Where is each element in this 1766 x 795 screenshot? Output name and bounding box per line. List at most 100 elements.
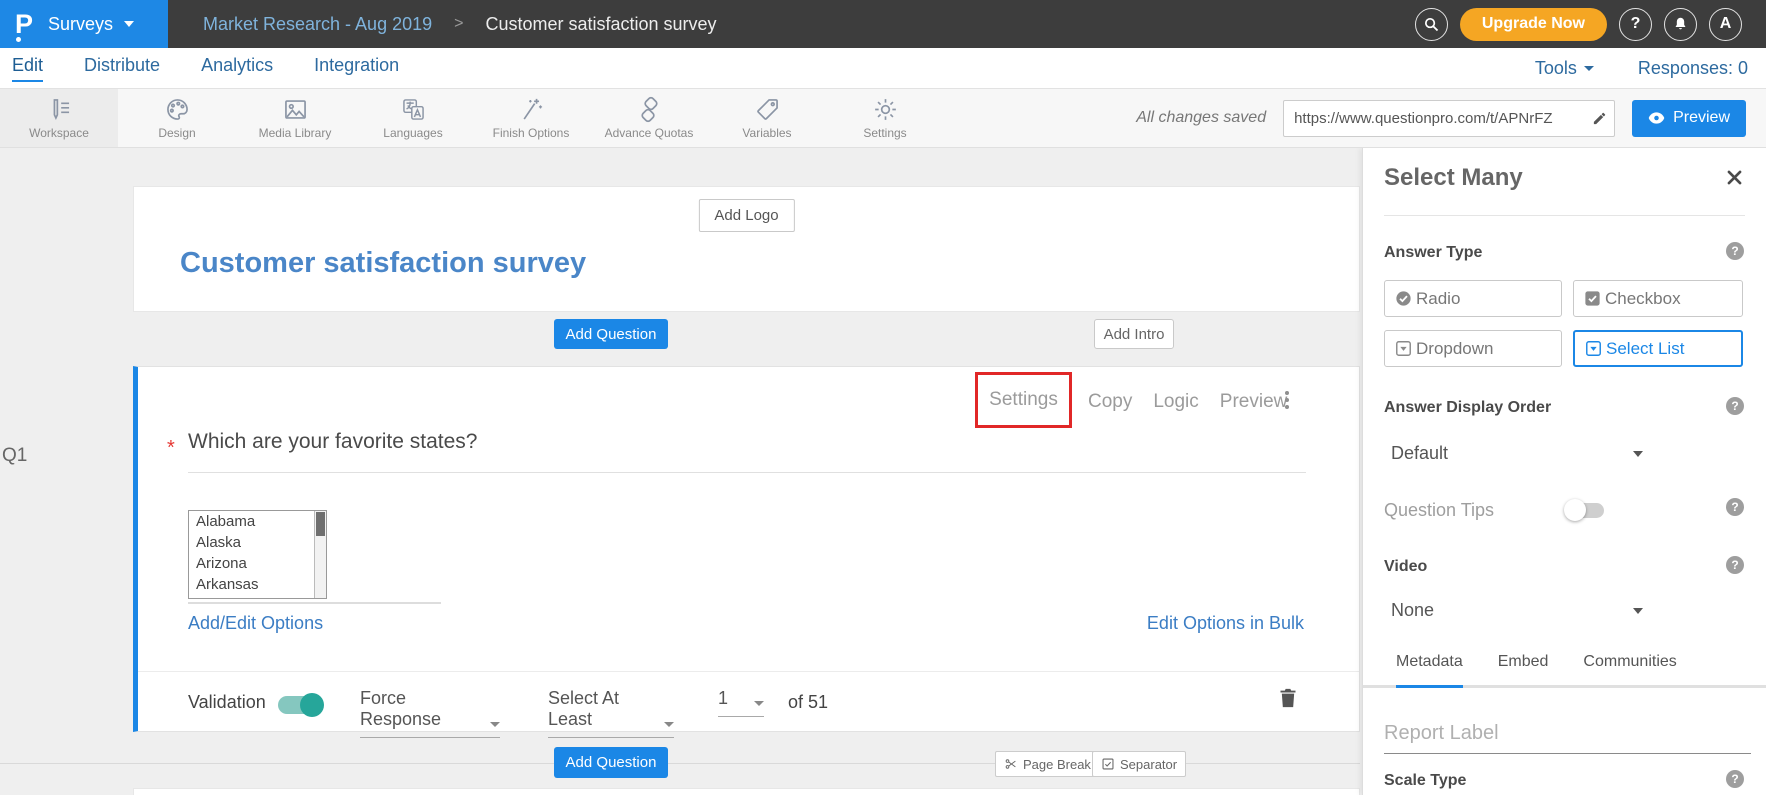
toolbar-item-variables[interactable]: Variables: [708, 89, 826, 147]
list-option[interactable]: Alaska: [189, 532, 326, 553]
required-marker: *: [167, 437, 175, 460]
question-number-label: Q1: [2, 445, 27, 467]
answer-display-order-select[interactable]: Default: [1391, 443, 1643, 464]
caret-down-icon: [1584, 66, 1594, 71]
eye-icon: [1648, 111, 1665, 125]
chain-link-icon: [636, 96, 663, 123]
translate-icon: [400, 96, 427, 123]
toolbar-item-finish-options[interactable]: Finish Options: [472, 89, 590, 147]
list-scrollbar[interactable]: [314, 511, 326, 598]
avatar-initial: A: [1720, 15, 1732, 33]
caret-down-icon: [754, 701, 764, 706]
toolbar-item-media-library[interactable]: Media Library: [236, 89, 354, 147]
help-button[interactable]: ?: [1619, 8, 1652, 41]
answer-type-label: Answer Type: [1384, 244, 1482, 262]
search-button[interactable]: [1415, 8, 1448, 41]
edit-options-in-bulk-link[interactable]: Edit Options in Bulk: [1147, 613, 1304, 634]
toolbar-item-design[interactable]: Design: [118, 89, 236, 147]
caret-down-icon: [490, 722, 500, 727]
tab-integration[interactable]: Integration: [314, 55, 399, 82]
close-icon: [1725, 168, 1744, 187]
add-edit-options-link[interactable]: Add/Edit Options: [188, 613, 323, 634]
answer-type-help-icon[interactable]: [1726, 242, 1744, 260]
list-scrollbar-thumb[interactable]: [316, 512, 325, 536]
question-copy-button[interactable]: Copy: [1088, 391, 1132, 413]
preview-button[interactable]: Preview: [1632, 100, 1746, 137]
survey-url-input[interactable]: [1284, 110, 1584, 127]
question-preview-button[interactable]: Preview: [1220, 391, 1288, 413]
answer-display-order-help-icon[interactable]: [1726, 397, 1744, 415]
breadcrumb: Market Research - Aug 2019 > Customer sa…: [203, 14, 717, 35]
add-question-button-top[interactable]: Add Question: [554, 319, 668, 349]
caret-down-icon: [124, 21, 134, 27]
validation-toggle[interactable]: [278, 696, 322, 714]
answer-type-select-list[interactable]: Select List: [1573, 330, 1743, 367]
add-question-button-bottom[interactable]: Add Question: [554, 747, 668, 778]
list-option[interactable]: Alabama: [189, 511, 326, 532]
survey-canvas: Q1 Add Logo Customer satisfaction survey…: [0, 148, 1362, 795]
video-help-icon[interactable]: [1726, 556, 1744, 574]
edit-url-button[interactable]: [1584, 111, 1614, 126]
close-panel-button[interactable]: [1725, 168, 1744, 192]
tab-edit[interactable]: Edit: [12, 55, 43, 82]
question-tips-toggle[interactable]: [1566, 503, 1604, 518]
tab-embed[interactable]: Embed: [1498, 653, 1549, 688]
add-logo-button[interactable]: Add Logo: [698, 199, 794, 232]
product-switcher[interactable]: P Surveys: [0, 0, 168, 48]
survey-header-card: Add Logo Customer satisfaction survey: [133, 186, 1360, 312]
toolbar-right: All changes saved Preview: [1136, 89, 1746, 147]
responses-count[interactable]: Responses: 0: [1638, 58, 1748, 79]
select-list-icon: [1584, 339, 1603, 358]
answer-select-list[interactable]: Alabama Alaska Arizona Arkansas: [188, 510, 327, 599]
toolbar-item-languages[interactable]: Languages: [354, 89, 472, 147]
toolbar-item-workspace[interactable]: Workspace: [0, 89, 118, 147]
magic-wand-icon: [518, 96, 545, 123]
answer-type-dropdown[interactable]: Dropdown: [1384, 330, 1562, 367]
question-mark-icon: ?: [1631, 15, 1641, 33]
answer-type-radio[interactable]: Radio: [1384, 280, 1562, 317]
tab-metadata[interactable]: Metadata: [1396, 653, 1463, 688]
question-card-divider: [138, 671, 1359, 672]
palette-icon: [164, 96, 191, 123]
dropdown-box-icon: [1394, 339, 1413, 358]
checkbox-icon: [1101, 757, 1115, 771]
tab-analytics[interactable]: Analytics: [201, 55, 273, 82]
caret-down-icon: [1633, 608, 1643, 614]
question-text[interactable]: Which are your favorite states?: [188, 430, 477, 454]
question-text-underline: [188, 472, 1306, 473]
question-settings-button[interactable]: Settings: [975, 372, 1072, 428]
tab-communities[interactable]: Communities: [1583, 653, 1676, 688]
image-icon: [282, 96, 309, 123]
question-logic-button[interactable]: Logic: [1153, 391, 1198, 413]
avatar-button[interactable]: A: [1709, 8, 1742, 41]
list-option[interactable]: Arizona: [189, 553, 326, 574]
scissors-icon: [1004, 757, 1018, 771]
tab-distribute[interactable]: Distribute: [84, 55, 160, 82]
video-select[interactable]: None: [1391, 600, 1643, 621]
add-intro-button[interactable]: Add Intro: [1094, 319, 1174, 349]
report-label-input[interactable]: [1384, 720, 1751, 754]
answer-type-checkbox[interactable]: Checkbox: [1573, 280, 1743, 317]
survey-title[interactable]: Customer satisfaction survey: [180, 247, 586, 280]
validation-rule-select[interactable]: Select At Least: [548, 688, 674, 738]
breadcrumb-folder[interactable]: Market Research - Aug 2019: [203, 14, 432, 35]
answer-type-options: Radio Checkbox Dropdown Select List: [1384, 280, 1744, 367]
scale-type-help-icon[interactable]: [1726, 770, 1744, 788]
separator-button[interactable]: Separator: [1092, 751, 1186, 777]
delete-question-button[interactable]: [1278, 687, 1298, 714]
list-option[interactable]: Arkansas: [189, 574, 326, 595]
validation-label: Validation: [188, 692, 266, 713]
top-bar: P Surveys Market Research - Aug 2019 > C…: [0, 0, 1766, 48]
validation-count-select[interactable]: 1: [718, 688, 764, 717]
upgrade-now-button[interactable]: Upgrade Now: [1460, 8, 1607, 41]
page-break-button[interactable]: Page Break: [995, 751, 1100, 777]
toolbar-item-advance-quotas[interactable]: Advance Quotas: [590, 89, 708, 147]
question-tips-help-icon[interactable]: [1726, 498, 1744, 516]
toolbar-item-settings[interactable]: Settings: [826, 89, 944, 147]
validation-type-select[interactable]: Force Response: [360, 688, 500, 738]
panel-divider: [1384, 215, 1745, 216]
tag-icon: [754, 96, 781, 123]
question-more-menu[interactable]: [1283, 389, 1291, 411]
notifications-button[interactable]: [1664, 8, 1697, 41]
tools-menu[interactable]: Tools: [1535, 58, 1594, 79]
